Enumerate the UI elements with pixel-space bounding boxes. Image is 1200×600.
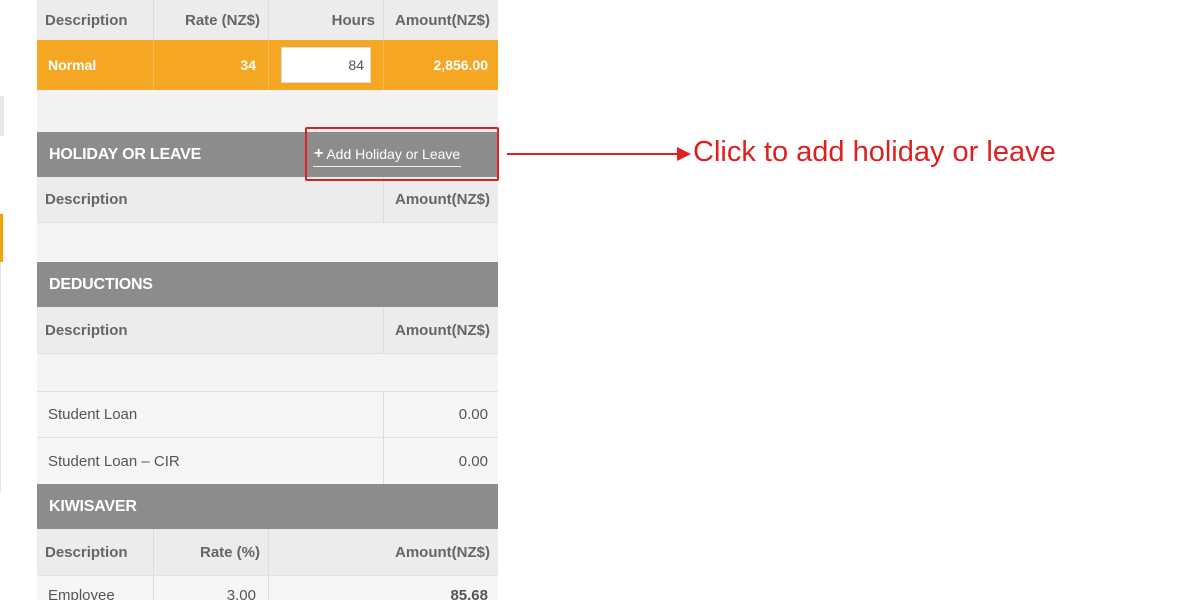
sidebar-edge-bottom: [0, 262, 5, 492]
kiwisaver-blank: [268, 576, 383, 600]
kiwisaver-row: Employee 3.00 85.68: [37, 575, 498, 600]
sidebar-edge-accent: [0, 214, 3, 262]
deduction-description: Student Loan – CIR: [48, 452, 180, 470]
kiwisaver-header-row: Description Rate (%) Amount(NZ$): [37, 529, 498, 575]
earnings-spacer: [37, 90, 498, 132]
deductions-header-row: Description Amount(NZ$): [37, 307, 498, 353]
kiwisaver-rate: 3.00: [153, 576, 268, 600]
earnings-amount-header: Amount(NZ$): [383, 0, 498, 40]
earnings-amount: 2,856.00: [383, 40, 498, 90]
kiwisaver-description-header: Description: [45, 543, 128, 561]
holiday-header-row: Description Amount(NZ$): [37, 177, 498, 222]
annotation-callout-text: Click to add holiday or leave: [693, 136, 1056, 168]
holiday-section-title: HOLIDAY OR LEAVE: [49, 145, 202, 163]
annotation-arrow-line: [507, 153, 679, 155]
deductions-section-title: DEDUCTIONS: [49, 275, 153, 293]
deductions-amount-header: Amount(NZ$): [383, 307, 498, 353]
earnings-rate-header: Rate (NZ$): [153, 0, 268, 40]
earnings-description: Normal: [48, 57, 97, 73]
earnings-header-row: Description Rate (NZ$) Hours Amount(NZ$): [37, 0, 498, 40]
annotation-arrow-head-icon: [677, 147, 691, 161]
earnings-rate: 34: [153, 40, 268, 90]
deduction-amount: 0.00: [383, 438, 498, 484]
payslip-panel: Description Rate (NZ$) Hours Amount(NZ$)…: [37, 0, 498, 600]
hours-input[interactable]: [281, 47, 371, 83]
kiwisaver-blank-header: [268, 529, 383, 575]
earnings-hours-cell: [268, 40, 383, 90]
sidebar-edge-top: [0, 96, 4, 136]
deduction-row: Student Loan – CIR 0.00: [37, 437, 498, 484]
deduction-row: Student Loan 0.00: [37, 391, 498, 437]
earnings-description-header: Description: [45, 11, 128, 29]
deductions-section-header: DEDUCTIONS: [37, 262, 498, 307]
kiwisaver-rate-header: Rate (%): [153, 529, 268, 575]
kiwisaver-amount: 85.68: [450, 586, 488, 600]
holiday-amount-header: Amount(NZ$): [383, 177, 498, 222]
kiwisaver-description: Employee: [48, 586, 115, 600]
kiwisaver-section-title: KIWISAVER: [49, 497, 137, 515]
deductions-description-header: Description: [45, 321, 128, 339]
earnings-row-normal: Normal 34 2,856.00: [37, 40, 498, 90]
deduction-description: Student Loan: [48, 406, 138, 423]
kiwisaver-section-header: KIWISAVER: [37, 484, 498, 529]
holiday-description-header: Description: [45, 191, 128, 208]
kiwisaver-amount-header: Amount(NZ$): [395, 543, 490, 561]
holiday-empty-row: [37, 222, 498, 262]
annotation-highlight-box: [305, 127, 499, 181]
deduction-amount: 0.00: [383, 392, 498, 437]
deductions-empty-row: [37, 353, 498, 391]
earnings-hours-header: Hours: [268, 0, 383, 40]
